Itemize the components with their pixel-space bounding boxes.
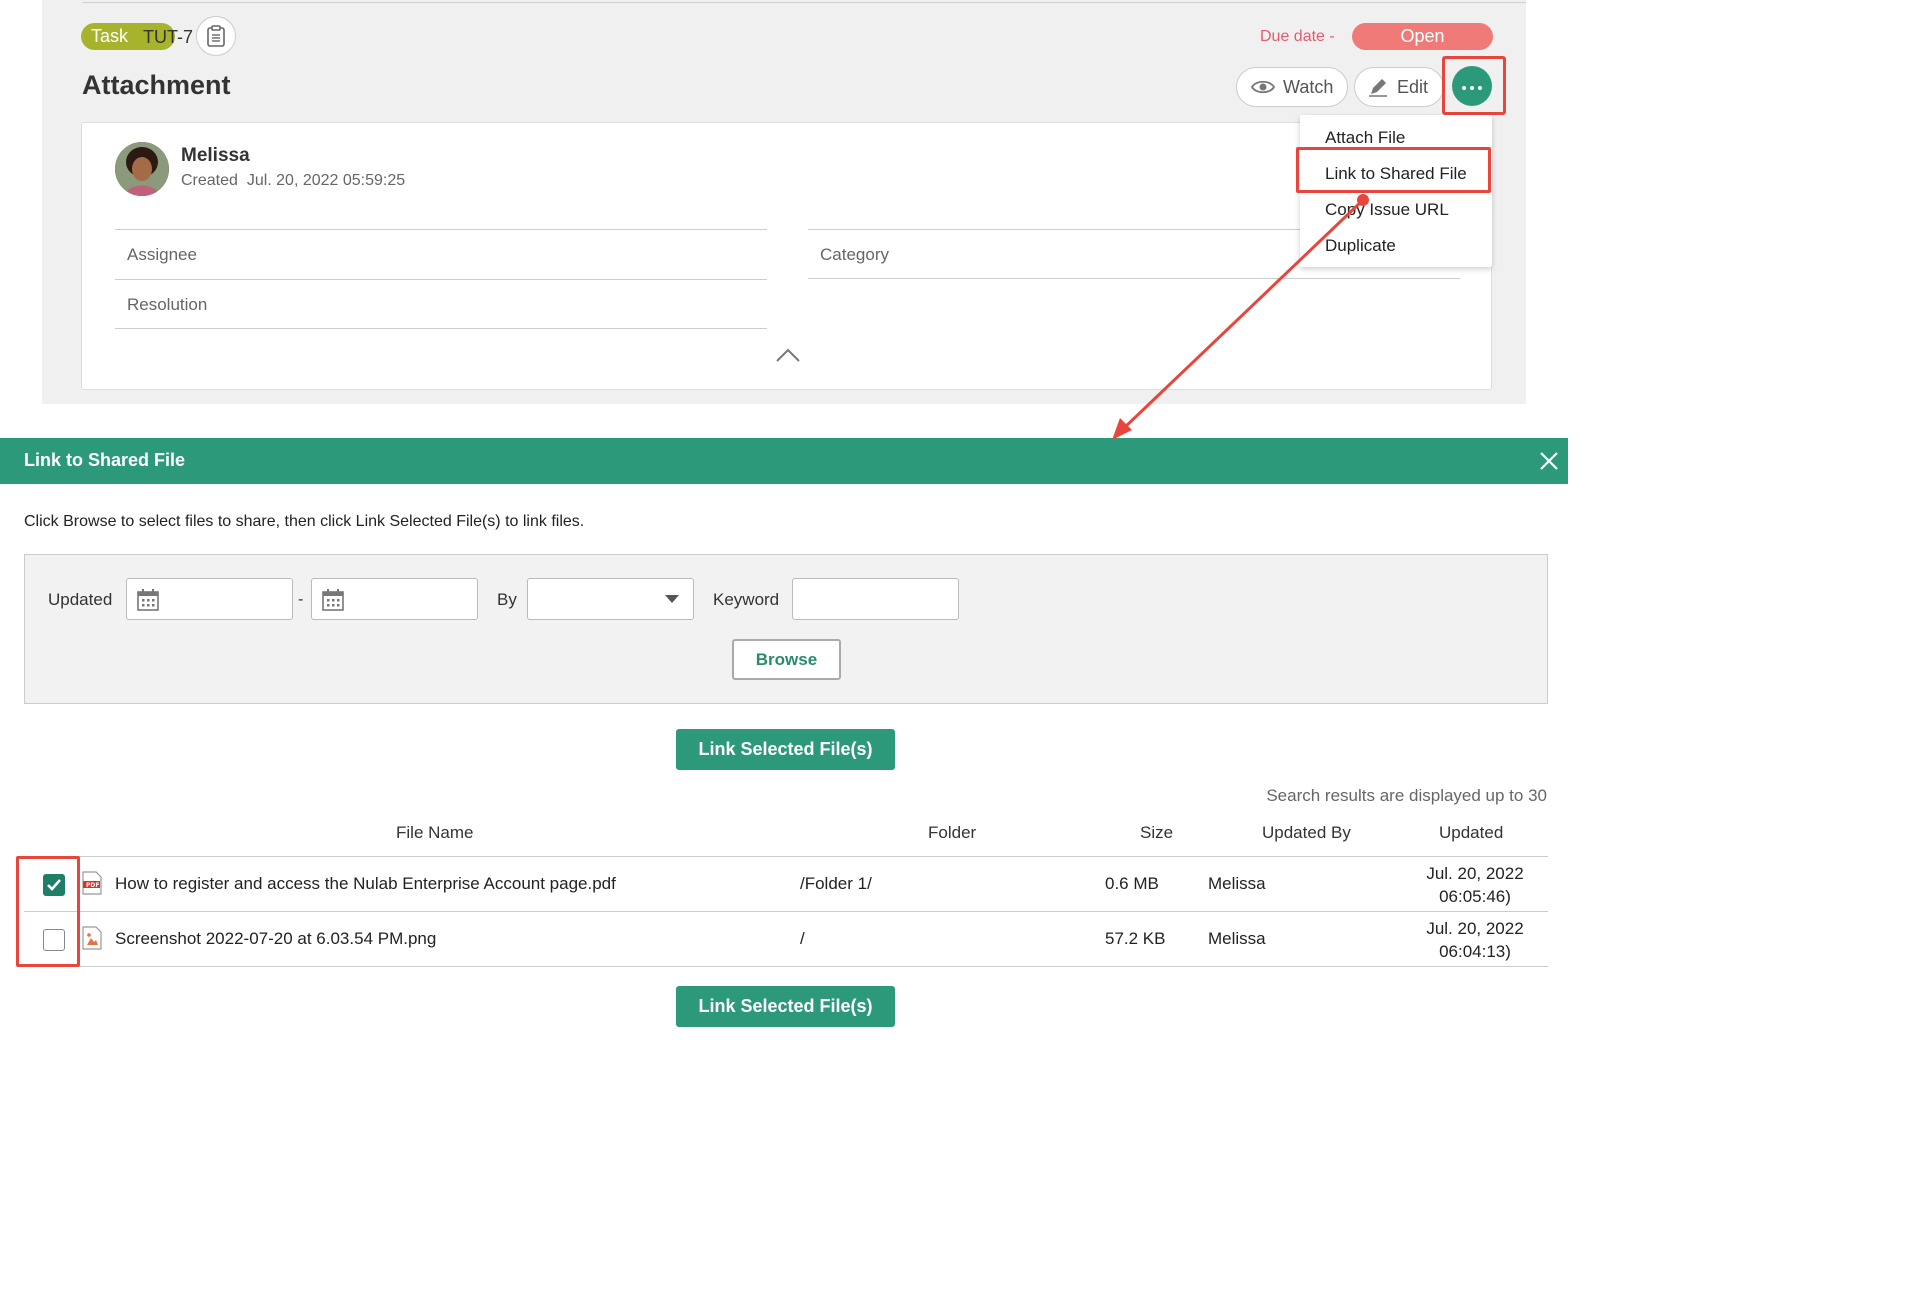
link-selected-files-button[interactable]: Link Selected File(s) xyxy=(676,986,895,1027)
highlight-more-button xyxy=(1442,56,1506,115)
author-name: Melissa xyxy=(181,145,250,166)
column-header-size: Size xyxy=(1140,823,1174,842)
highlight-checkboxes xyxy=(16,856,80,967)
close-button[interactable] xyxy=(1536,448,1562,474)
watch-button[interactable]: Watch xyxy=(1236,67,1348,107)
close-icon xyxy=(1540,452,1558,470)
status-badge[interactable]: Open xyxy=(1352,23,1493,50)
results-limit-note: Search results are displayed up to 30 xyxy=(1266,786,1547,805)
file-name[interactable]: Screenshot 2022-07-20 at 6.03.54 PM.png xyxy=(115,929,436,949)
created-label: Created xyxy=(181,172,238,189)
dialog-header: Link to Shared File xyxy=(0,438,1568,484)
column-header-file-name: File Name xyxy=(396,823,474,842)
file-folder: / xyxy=(800,929,805,948)
eye-icon xyxy=(1251,80,1275,94)
updated-from-date-input[interactable] xyxy=(126,578,293,620)
collapse-button[interactable] xyxy=(775,347,801,368)
column-header-folder: Folder xyxy=(928,823,977,842)
menu-item-attach-file[interactable]: Attach File xyxy=(1325,128,1405,148)
file-updated-date: Jul. 20, 2022 xyxy=(1426,919,1524,938)
issue-title: Attachment xyxy=(82,70,231,100)
file-updated: Jul. 20, 2022 06:05:46) xyxy=(1405,862,1545,908)
column-header-updated: Updated xyxy=(1439,823,1504,842)
file-size: 0.6 MB xyxy=(1105,874,1159,893)
file-updated-by: Melissa xyxy=(1208,874,1266,893)
pdf-icon: PDF xyxy=(82,871,102,900)
highlight-link-menu-item xyxy=(1296,147,1491,193)
file-updated-date: Jul. 20, 2022 xyxy=(1426,864,1524,883)
assignee-field: Assignee xyxy=(115,229,767,279)
file-folder: /Folder 1/ xyxy=(800,874,872,893)
watch-label: Watch xyxy=(1283,76,1334,97)
resolution-field: Resolution xyxy=(115,279,767,329)
created-timestamp: Created Jul. 20, 2022 05:59:25 xyxy=(181,172,405,190)
issue-card: Melissa Created Jul. 20, 2022 05:59:25 A… xyxy=(81,122,1492,390)
file-name[interactable]: How to register and access the Nulab Ent… xyxy=(115,874,616,894)
dialog-instructions: Click Browse to select files to share, t… xyxy=(24,513,585,530)
due-date: Due date - xyxy=(1260,28,1335,46)
pencil-icon xyxy=(1369,79,1387,97)
updated-to-date-input[interactable] xyxy=(311,578,478,620)
menu-item-copy-issue-url[interactable]: Copy Issue URL xyxy=(1325,200,1449,220)
column-header-updated-by: Updated By xyxy=(1262,823,1351,842)
dialog-title: Link to Shared File xyxy=(24,450,186,470)
chevron-up-icon xyxy=(776,348,800,362)
table-row[interactable]: Screenshot 2022-07-20 at 6.03.54 PM.png … xyxy=(0,912,1568,967)
date-range-separator: - xyxy=(298,591,304,608)
issue-key: TUT-7 xyxy=(143,27,194,47)
filter-panel: Updated - By Keyword Browse xyxy=(24,554,1548,704)
divider xyxy=(82,2,1526,3)
due-date-value: - xyxy=(1329,28,1335,45)
file-updated-by: Melissa xyxy=(1208,929,1266,948)
by-filter-label: By xyxy=(497,590,517,609)
link-selected-files-button[interactable]: Link Selected File(s) xyxy=(676,729,895,770)
caret-down-icon xyxy=(665,595,679,603)
file-updated-time: 06:04:13) xyxy=(1439,942,1511,961)
calendar-icon xyxy=(137,589,159,611)
image-icon xyxy=(82,926,102,955)
table-row[interactable]: PDF How to register and access the Nulab… xyxy=(0,857,1568,912)
edit-button[interactable]: Edit xyxy=(1354,67,1444,107)
file-updated: Jul. 20, 2022 06:04:13) xyxy=(1405,917,1545,963)
file-size: 57.2 KB xyxy=(1105,929,1166,948)
browse-button[interactable]: Browse xyxy=(732,639,841,680)
avatar xyxy=(115,142,169,196)
svg-text:PDF: PDF xyxy=(86,882,99,889)
calendar-icon xyxy=(322,589,344,611)
updated-filter-label: Updated xyxy=(48,590,113,609)
keyword-input[interactable] xyxy=(792,578,959,620)
file-updated-time: 06:05:46) xyxy=(1439,887,1511,906)
copy-key-button[interactable] xyxy=(196,16,236,56)
created-value: Jul. 20, 2022 05:59:25 xyxy=(246,172,406,189)
menu-item-duplicate[interactable]: Duplicate xyxy=(1325,236,1396,256)
due-date-label: Due date xyxy=(1260,28,1325,45)
keyword-filter-label: Keyword xyxy=(713,590,780,609)
clipboard-icon xyxy=(207,25,225,47)
edit-label: Edit xyxy=(1397,76,1429,97)
updated-by-select[interactable] xyxy=(527,578,694,620)
